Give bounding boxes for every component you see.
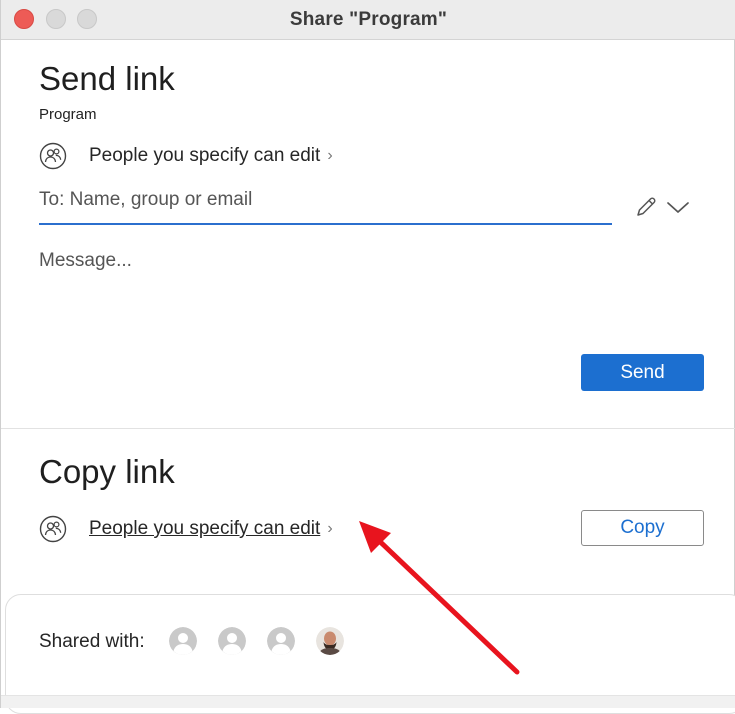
- copy-link-permission-selector[interactable]: People you specify can edit ›: [39, 514, 333, 544]
- window-bottom-edge: [1, 695, 735, 708]
- send-link-permission-selector[interactable]: People you specify can edit ›: [39, 141, 333, 171]
- message-input[interactable]: [39, 250, 699, 340]
- send-permission-label: People you specify can edit: [89, 145, 321, 166]
- copy-button[interactable]: Copy: [581, 510, 704, 546]
- avatar-placeholder[interactable]: [267, 627, 295, 655]
- window-title: Share "Program": [289, 9, 448, 30]
- recipient-input[interactable]: [39, 186, 612, 225]
- chevron-down-icon[interactable]: [665, 196, 691, 218]
- shared-with-label: Shared with:: [39, 631, 145, 652]
- section-divider: [1, 428, 735, 429]
- avatar-placeholder[interactable]: [218, 627, 246, 655]
- chevron-right-icon: ›: [327, 147, 333, 164]
- pencil-icon[interactable]: [633, 194, 659, 220]
- copy-link-heading: Copy link: [39, 453, 175, 490]
- chevron-right-icon: ›: [327, 520, 333, 537]
- share-dialog-window: Share "Program" Send link Program People…: [0, 0, 735, 714]
- copy-permission-label: People you specify can edit: [89, 518, 321, 539]
- send-link-heading: Send link: [39, 60, 175, 97]
- file-name: Program: [39, 106, 97, 123]
- send-button[interactable]: Send: [581, 354, 704, 391]
- people-icon: [39, 142, 67, 170]
- avatar-user-photo[interactable]: [316, 627, 344, 655]
- title-bar: Share "Program": [1, 0, 735, 40]
- avatar-placeholder[interactable]: [169, 627, 197, 655]
- people-icon: [39, 515, 67, 543]
